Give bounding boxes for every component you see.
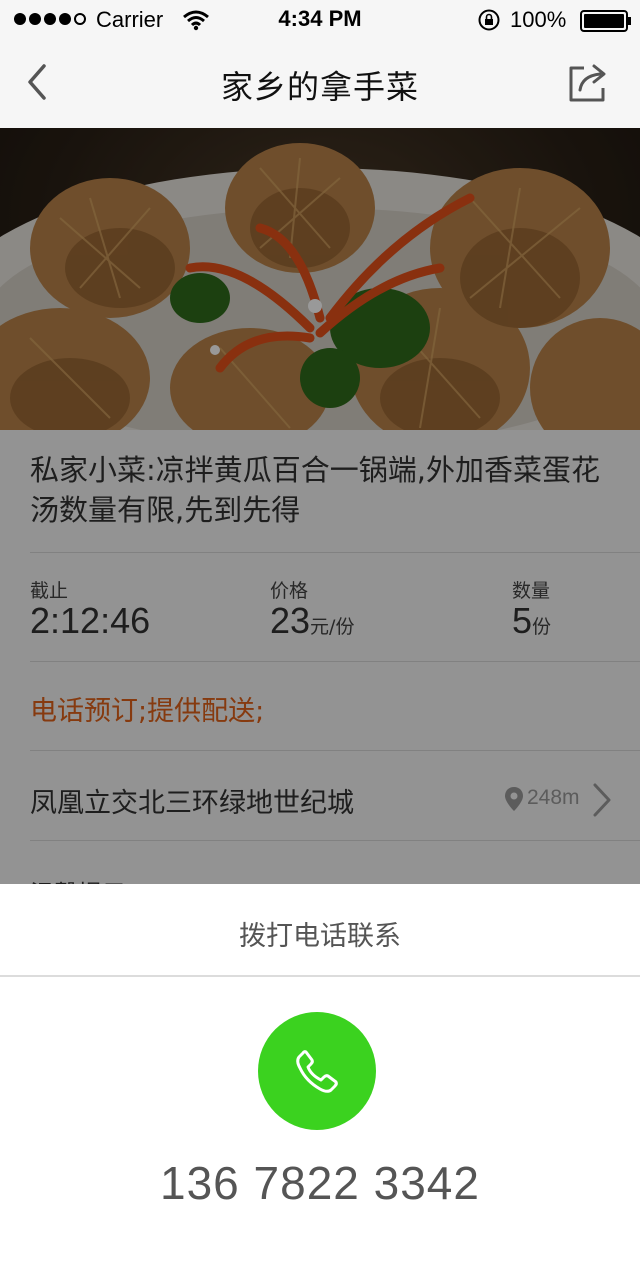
sheet-divider — [0, 975, 640, 977]
rotation-lock-icon — [478, 9, 500, 31]
battery-icon — [580, 10, 631, 32]
call-button[interactable] — [258, 1012, 376, 1130]
sheet-title: 拨打电话联系 — [239, 921, 401, 952]
status-bar: Carrier 4:34 PM 100% — [0, 0, 640, 40]
battery-percentage: 100% — [510, 7, 567, 32]
chevron-left-icon[interactable] — [22, 62, 52, 102]
phone-icon — [296, 1050, 338, 1093]
navigation-bar: 家乡的拿手菜 — [0, 40, 640, 128]
share-icon[interactable] — [566, 60, 612, 106]
call-action-sheet: 拨打电话联系 136 7822 3342 — [0, 884, 640, 1269]
modal-backdrop[interactable] — [0, 128, 640, 884]
phone-number[interactable]: 136 7822 3342 — [0, 1156, 640, 1210]
page-title: 家乡的拿手菜 — [220, 68, 419, 106]
